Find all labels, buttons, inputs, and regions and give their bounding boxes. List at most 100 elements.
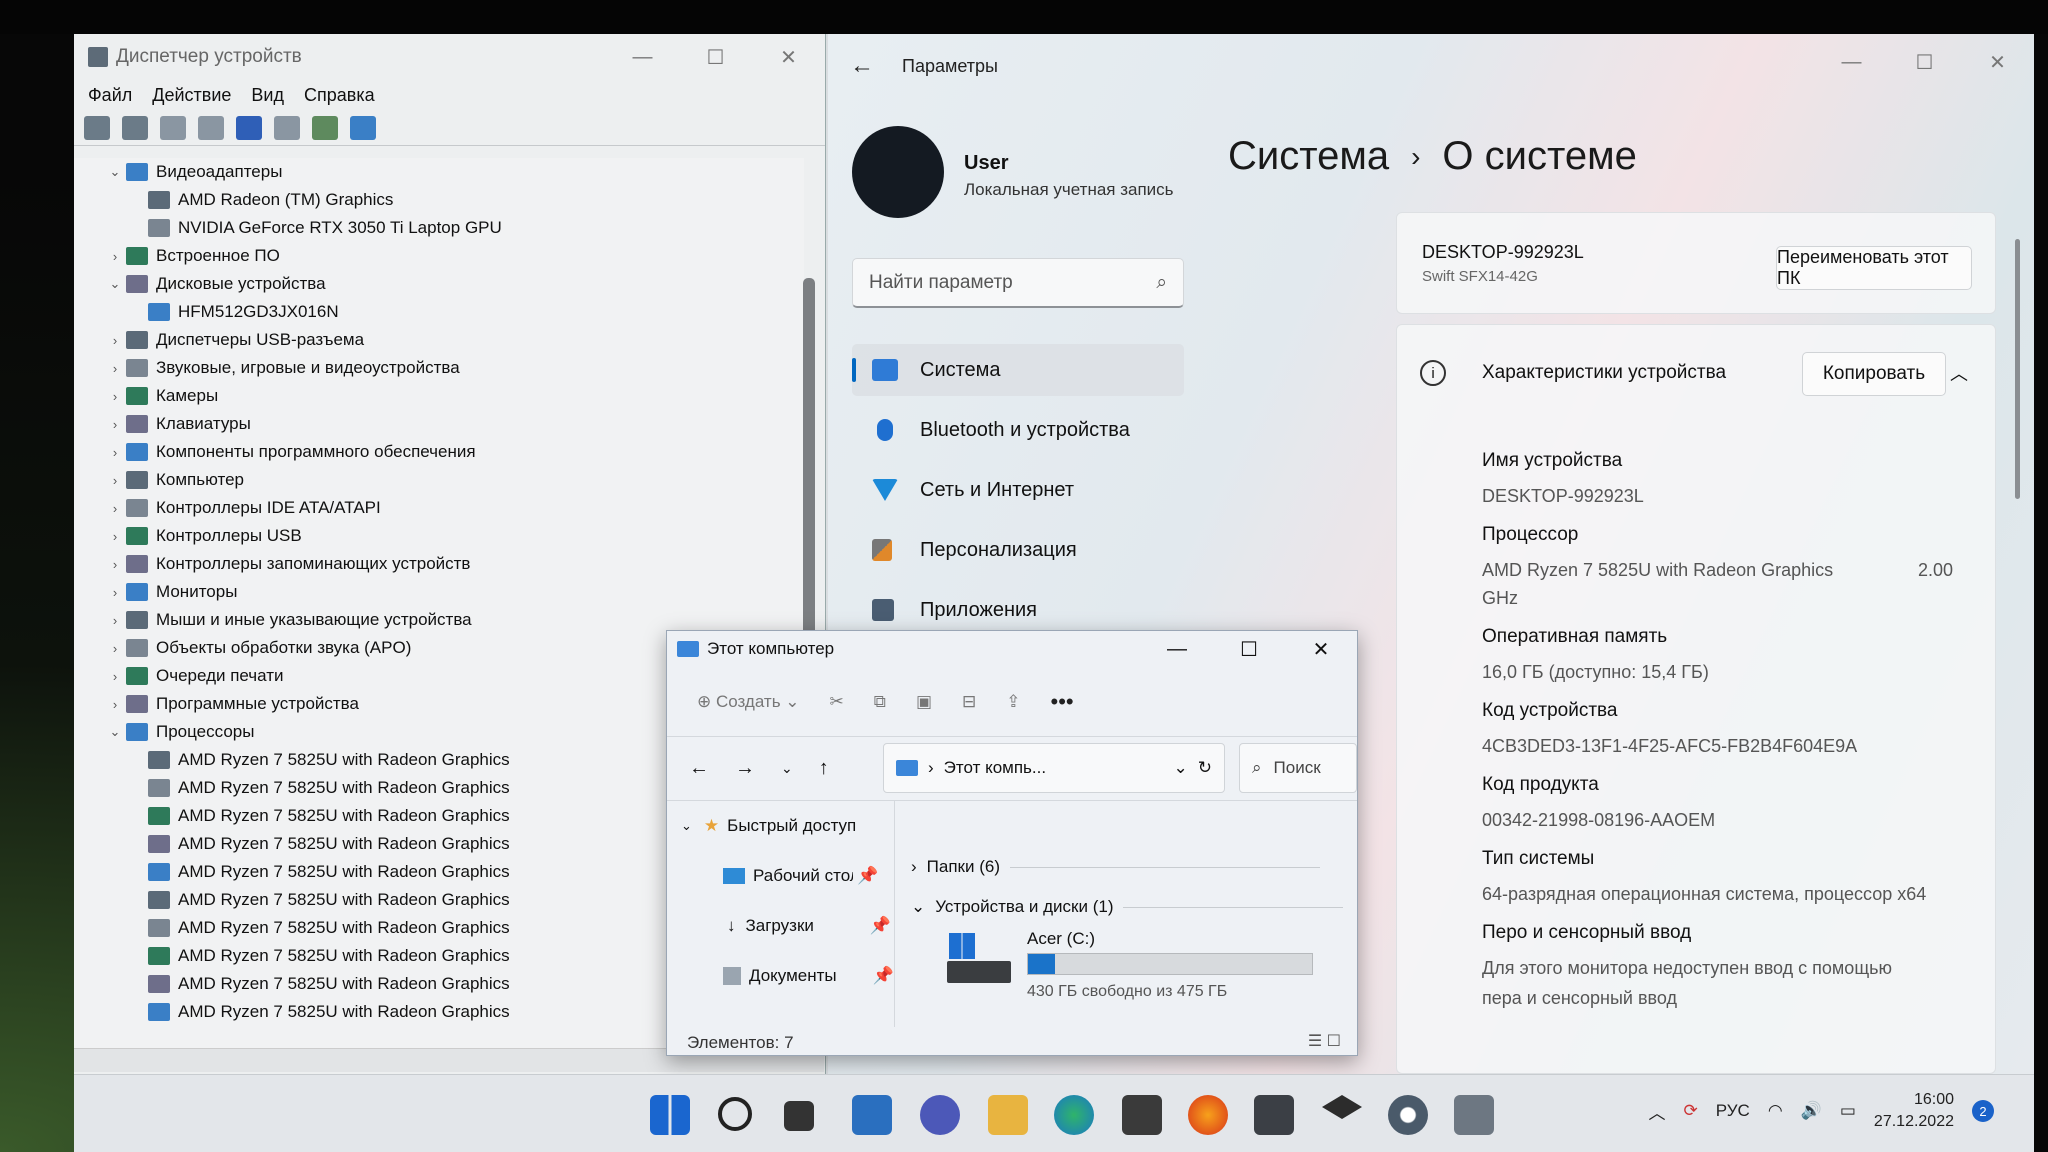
chevron-down-icon[interactable]: ⌄ bbox=[1174, 758, 1188, 778]
chevron-down-icon[interactable]: ⌄ bbox=[104, 276, 126, 292]
tree-row[interactable]: › Диспетчеры USB-разъема bbox=[74, 326, 804, 354]
breadcrumb-parent[interactable]: Система bbox=[1228, 134, 1389, 179]
tree-row[interactable]: HFM512GD3JX016N bbox=[74, 298, 804, 326]
amazon-icon[interactable] bbox=[1254, 1095, 1294, 1135]
cut-icon[interactable]: ✂ bbox=[830, 692, 844, 712]
sidebar-item-downloads[interactable]: ↓ Загрузки 📌 bbox=[667, 901, 894, 951]
maximize-button[interactable]: ☐ bbox=[679, 45, 752, 70]
settings-search-input[interactable]: Найти параметр ⌕ bbox=[852, 258, 1184, 308]
view-toggle-icons[interactable]: ☰ ☐ bbox=[1308, 1031, 1341, 1051]
tree-row[interactable]: › Контроллеры USB bbox=[74, 522, 804, 550]
search-icon[interactable] bbox=[718, 1097, 752, 1131]
chevron-right-icon[interactable]: › bbox=[104, 697, 126, 712]
chevron-right-icon[interactable]: › bbox=[104, 529, 126, 544]
back-arrow-icon[interactable]: ← bbox=[850, 52, 874, 80]
tree-row[interactable]: › Контроллеры запоминающих устройств bbox=[74, 550, 804, 578]
tree-row[interactable]: ⌄ Видеоадаптеры bbox=[74, 158, 804, 186]
explorer-maximize-button[interactable]: ☐ bbox=[1213, 631, 1285, 667]
nav-item-network[interactable]: Сеть и Интернет bbox=[852, 464, 1184, 516]
settings-gear-icon[interactable] bbox=[1388, 1095, 1428, 1135]
copy-button[interactable]: Копировать bbox=[1802, 352, 1946, 396]
list-view-icon[interactable] bbox=[198, 115, 224, 140]
copy-icon[interactable]: ⧉ bbox=[874, 692, 886, 712]
nav-item-apps[interactable]: Приложения bbox=[852, 584, 1184, 636]
new-button[interactable]: ⊕ Создать ⌄ bbox=[697, 692, 800, 712]
chevron-right-icon[interactable]: › bbox=[104, 501, 126, 516]
tree-row[interactable]: › Компьютер bbox=[74, 466, 804, 494]
settings-maximize-button[interactable]: ☐ bbox=[1888, 50, 1961, 75]
chevron-right-icon[interactable]: › bbox=[104, 557, 126, 572]
sidebar-item-desktop[interactable]: Рабочий стол 📌 bbox=[667, 851, 894, 901]
tree-row[interactable]: › Камеры bbox=[74, 382, 804, 410]
dropbox-icon[interactable] bbox=[1322, 1095, 1362, 1119]
up-arrow-icon[interactable]: ↑ bbox=[819, 757, 829, 780]
battery-icon[interactable]: ▭ bbox=[1840, 1101, 1856, 1121]
chevron-right-icon[interactable]: › bbox=[104, 361, 126, 376]
menu-help[interactable]: Справка bbox=[304, 85, 375, 106]
device-manager-titlebar[interactable]: Диспетчер устройств — ☐ ✕ bbox=[74, 34, 825, 80]
file-explorer-icon[interactable] bbox=[988, 1095, 1028, 1135]
sync-icon[interactable]: ⟳ bbox=[1684, 1101, 1698, 1121]
tree-row[interactable]: › Звуковые, игровые и видеоустройства bbox=[74, 354, 804, 382]
scan-hardware-icon[interactable] bbox=[312, 115, 338, 140]
explorer-minimize-button[interactable]: — bbox=[1141, 631, 1213, 667]
wifi-icon[interactable]: ◠ bbox=[1768, 1101, 1783, 1121]
close-button[interactable]: ✕ bbox=[752, 45, 825, 70]
chevron-down-icon[interactable]: ⌄ bbox=[781, 760, 793, 777]
chevron-right-icon[interactable]: › bbox=[104, 585, 126, 600]
more-icon[interactable]: ••• bbox=[1051, 689, 1074, 715]
chevron-up-icon[interactable]: ︿ bbox=[1950, 360, 1968, 386]
menu-view[interactable]: Вид bbox=[251, 85, 284, 106]
group-devices[interactable]: ⌄ Устройства и диски (1) bbox=[911, 897, 1344, 917]
chevron-right-icon[interactable]: › bbox=[104, 249, 126, 264]
edge-icon[interactable] bbox=[1054, 1095, 1094, 1135]
firefox-icon[interactable] bbox=[1188, 1095, 1228, 1135]
help-icon[interactable] bbox=[236, 115, 262, 140]
chevron-up-icon[interactable]: ︿ bbox=[1649, 1099, 1666, 1124]
language-indicator[interactable]: РУС bbox=[1716, 1101, 1750, 1121]
rename-pc-button[interactable]: Переименовать этот ПК bbox=[1776, 246, 1972, 290]
forward-arrow-icon[interactable] bbox=[122, 115, 148, 140]
widgets-icon[interactable] bbox=[852, 1095, 892, 1135]
explorer-search-input[interactable]: ⌕ Поиск bbox=[1239, 743, 1357, 793]
sidebar-item-documents[interactable]: Документы 📌 bbox=[667, 951, 894, 1001]
sidebar-item-quick-access[interactable]: ⌄ ★ Быстрый доступ bbox=[667, 801, 894, 851]
monitor-icon[interactable] bbox=[350, 115, 376, 140]
nav-item-bluetooth[interactable]: Bluetooth и устройства bbox=[852, 404, 1184, 456]
chevron-right-icon[interactable]: › bbox=[104, 641, 126, 656]
properties-icon[interactable] bbox=[160, 115, 186, 140]
task-view-icon[interactable] bbox=[784, 1101, 814, 1131]
store-icon[interactable] bbox=[1122, 1095, 1162, 1135]
chevron-right-icon[interactable]: › bbox=[104, 389, 126, 404]
chevron-right-icon[interactable]: › bbox=[104, 333, 126, 348]
clock[interactable]: 16:00 27.12.2022 bbox=[1874, 1089, 1954, 1133]
group-folders[interactable]: › Папки (6) bbox=[911, 857, 1320, 877]
settings-close-button[interactable]: ✕ bbox=[1961, 50, 2034, 75]
share-icon[interactable]: ⇪ bbox=[1006, 692, 1020, 712]
rename-icon[interactable]: ⊟ bbox=[962, 692, 976, 712]
nav-item-personalization[interactable]: Персонализация bbox=[852, 524, 1184, 576]
minimize-button[interactable]: — bbox=[606, 46, 679, 69]
tree-row[interactable]: ⌄ Дисковые устройства bbox=[74, 270, 804, 298]
chevron-right-icon[interactable]: › bbox=[104, 417, 126, 432]
settings-scrollbar[interactable] bbox=[2015, 239, 2020, 499]
nav-item-system[interactable]: Система bbox=[852, 344, 1184, 396]
chat-icon[interactable] bbox=[920, 1095, 960, 1135]
refresh-icon[interactable]: ↻ bbox=[1198, 758, 1212, 778]
tree-row[interactable]: › Контроллеры IDE ATA/ATAPI bbox=[74, 494, 804, 522]
device-manager-icon[interactable] bbox=[1454, 1095, 1494, 1135]
notification-badge[interactable]: 2 bbox=[1972, 1100, 1994, 1122]
avatar[interactable] bbox=[852, 126, 944, 218]
back-arrow-icon[interactable] bbox=[84, 115, 110, 140]
tree-row[interactable]: › Встроенное ПО bbox=[74, 242, 804, 270]
menu-file[interactable]: Файл bbox=[88, 85, 132, 106]
chevron-right-icon[interactable]: › bbox=[104, 473, 126, 488]
tree-row[interactable]: AMD Radeon (TM) Graphics bbox=[74, 186, 804, 214]
paste-icon[interactable]: ▣ bbox=[916, 692, 932, 712]
chevron-down-icon[interactable]: ⌄ bbox=[681, 818, 692, 834]
device-tree-scrollbar[interactable] bbox=[803, 278, 815, 638]
start-icon[interactable] bbox=[650, 1095, 690, 1135]
tree-row[interactable]: › Мониторы bbox=[74, 578, 804, 606]
volume-icon[interactable]: 🔊 bbox=[1801, 1101, 1822, 1121]
settings-minimize-button[interactable]: — bbox=[1815, 51, 1888, 74]
